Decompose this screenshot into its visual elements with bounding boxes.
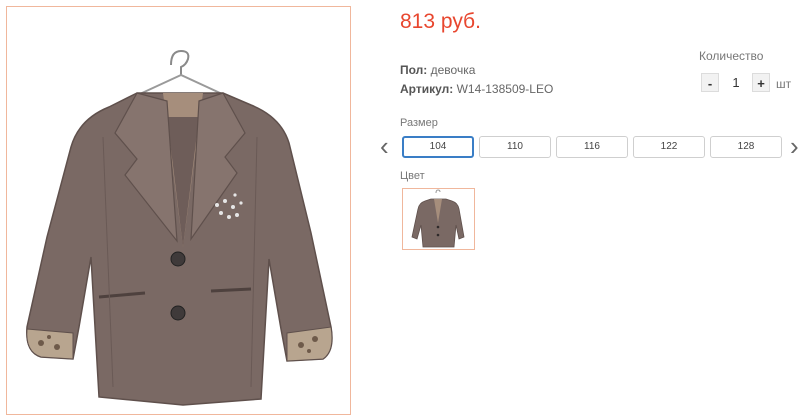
size-option-116[interactable]: 116 — [556, 136, 628, 158]
article-row: Артикул: W14-138509-LEO — [400, 82, 553, 96]
size-option-128[interactable]: 128 — [710, 136, 782, 158]
color-swatch-jacket[interactable] — [402, 188, 475, 250]
quantity-unit: шт — [776, 77, 792, 91]
quantity-label: Количество — [699, 49, 764, 63]
article-label: Артикул: — [400, 82, 454, 96]
size-next-arrow-icon[interactable]: › — [790, 133, 799, 159]
size-option-110[interactable]: 110 — [479, 136, 551, 158]
article-value: W14-138509-LEO — [456, 82, 554, 96]
jacket-thumbnail — [411, 189, 465, 248]
size-label: Размер — [400, 117, 438, 129]
product-image[interactable] — [6, 6, 351, 415]
size-prev-arrow-icon[interactable]: ‹ — [380, 133, 389, 159]
quantity-decrement-button[interactable]: - — [701, 73, 719, 92]
color-label: Цвет — [400, 170, 425, 182]
size-option-104[interactable]: 104 — [402, 136, 474, 158]
gender-value: девочка — [430, 63, 476, 77]
size-option-122[interactable]: 122 — [633, 136, 705, 158]
gender-row: Пол: девочка — [400, 63, 475, 77]
quantity-increment-button[interactable]: + — [752, 73, 770, 92]
quantity-value[interactable]: 1 — [728, 75, 744, 90]
product-price: 813 руб. — [400, 10, 481, 33]
jacket-illustration — [26, 49, 333, 406]
gender-label: Пол: — [400, 63, 428, 77]
